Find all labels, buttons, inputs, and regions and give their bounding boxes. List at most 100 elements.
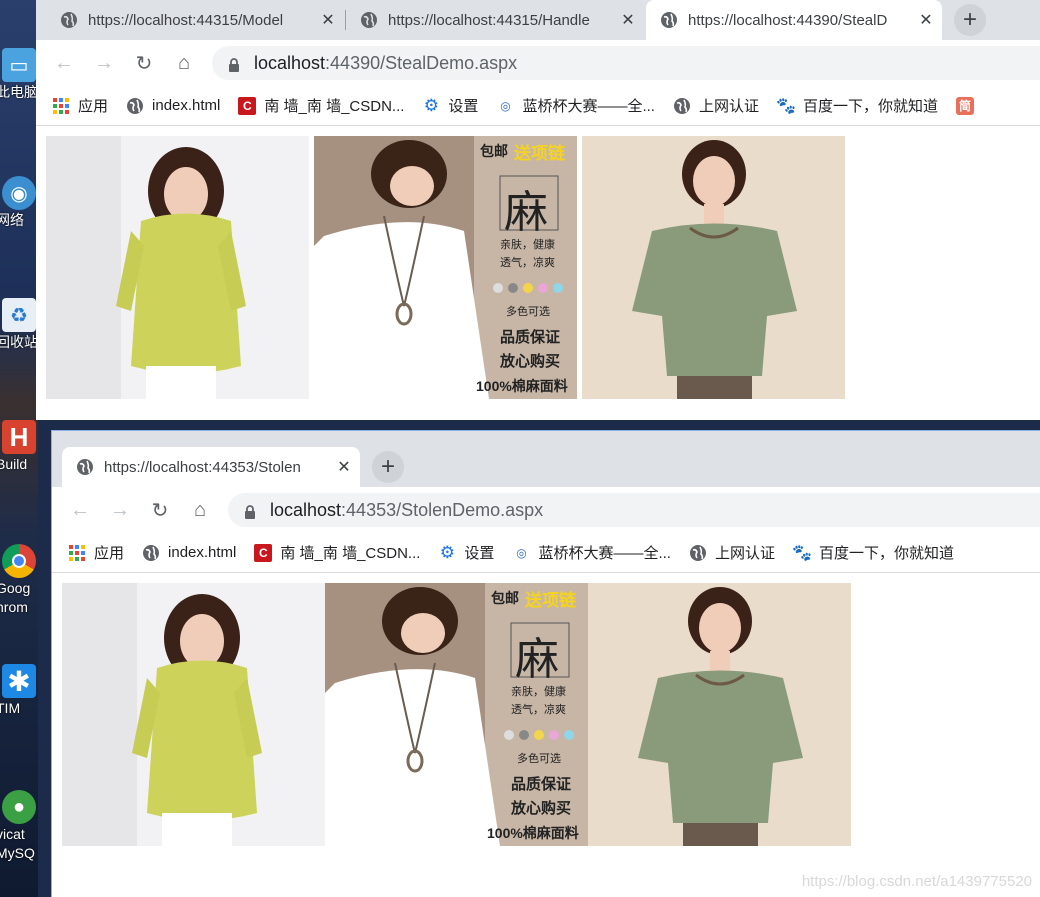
bookmark-label: 设置 — [464, 545, 495, 562]
tab-model[interactable]: https://localhost:44315/Model ✕ — [46, 0, 344, 40]
watermark: https://blog.csdn.net/a1439775520 — [801, 873, 1032, 890]
close-icon[interactable]: ✕ — [916, 10, 936, 30]
hbuilder-icon: H — [2, 420, 36, 454]
caption-colors: 多色可选 — [517, 753, 561, 765]
network-icon: ◉ — [2, 176, 36, 210]
tab-strip: https://localhost:44315/Model ✕ https://… — [36, 0, 1040, 40]
forward-button[interactable]: → — [84, 52, 124, 75]
caption-colors: 多色可选 — [506, 306, 550, 318]
page-content: 包邮 送项链 麻 亲肤，健康 透气，凉爽 多色可选 品质保证 放心购买 100%… — [36, 126, 1040, 420]
caption-gift: 送项链 — [525, 591, 576, 610]
address-bar[interactable]: localhost:44353/StolenDemo.aspx — [228, 493, 1040, 527]
bookmark-settings[interactable]: ⚙ 设置 — [422, 95, 479, 116]
chrome-icon — [2, 544, 36, 578]
desktop-icon-strip: ▭ 此电脑 ◉ 网络 ♻ 回收站 H Build Goog hrom ✱ TIM… — [0, 0, 38, 897]
globe-icon — [143, 544, 160, 561]
desktop-icon-navicat[interactable]: ● vicat MySQ — [0, 790, 38, 862]
tab-title: https://localhost:44315/Handle — [388, 11, 590, 29]
gear-icon: ⚙ — [439, 542, 456, 562]
bookmark-label: index.html — [152, 97, 221, 114]
product-image-yellow-shirt — [62, 583, 325, 846]
desktop-icon-network[interactable]: ◉ 网络 — [0, 176, 38, 230]
close-icon[interactable]: ✕ — [334, 457, 354, 477]
globe-icon — [127, 97, 144, 114]
bookmark-label: 蓝桥杯大赛——全... — [538, 545, 671, 562]
bookmark-label: 百度一下，你就知道 — [818, 545, 954, 562]
reload-button[interactable]: ↻ — [140, 498, 180, 523]
url-host: localhost — [270, 499, 342, 520]
tab-title: https://localhost:44390/StealD — [688, 11, 888, 29]
bookmark-index[interactable]: index.html — [126, 97, 220, 115]
bookmark-baidu[interactable]: 🐾 百度一下，你就知道 — [776, 95, 938, 116]
globe-icon — [361, 12, 377, 28]
caption-fabric: 100%棉麻面料 — [476, 378, 568, 394]
new-tab-button[interactable]: + — [954, 4, 986, 36]
bookmark-auth[interactable]: 上网认证 — [689, 542, 775, 563]
caption-material: 麻 — [504, 187, 548, 238]
desktop-icon-computer[interactable]: ▭ 此电脑 — [0, 48, 38, 102]
caption-trust: 放心购买 — [511, 800, 572, 817]
browser-window-stolen: https://localhost:44353/Stolen ✕ + ← → ↻… — [51, 430, 1040, 897]
product-image-yellow-shirt — [46, 136, 309, 399]
tab-steal-demo[interactable]: https://localhost:44390/StealD ✕ — [646, 0, 942, 40]
bookmark-settings[interactable]: ⚙ 设置 — [438, 542, 495, 563]
page-content: 包邮 送项链 麻 亲肤，健康 透气，凉爽 多色可选 品质保证 放心购买 100%… — [52, 573, 1040, 897]
caption-free-shipping: 包邮 — [491, 590, 519, 606]
bookmark-csdn[interactable]: C 南 墙_南 墙_CSDN... — [254, 542, 420, 563]
toolbar: ← → ↻ ⌂ localhost:44353/StolenDemo.aspx — [52, 487, 1040, 533]
bookmark-label: 上网认证 — [714, 545, 775, 562]
desktop-icon-hbuilder[interactable]: H Build — [0, 420, 38, 474]
tab-handle[interactable]: https://localhost:44315/Handle ✕ — [346, 0, 644, 40]
globe-icon — [61, 12, 77, 28]
bookmark-label: 应用 — [94, 545, 125, 562]
bookmark-lanqiao[interactable]: ◎ 蓝桥杯大赛——全... — [496, 95, 655, 116]
product-image-green-shirt — [588, 583, 851, 846]
bookmark-auth[interactable]: 上网认证 — [673, 95, 759, 116]
caption-trust: 放心购买 — [500, 353, 561, 370]
browser-window-steal: https://localhost:44315/Model ✕ https://… — [36, 0, 1040, 420]
bookmark-jianshu[interactable]: 简 — [955, 96, 982, 115]
csdn-icon: C — [254, 543, 273, 562]
desktop-icon-recycle-bin[interactable]: ♻ 回收站 — [0, 298, 38, 352]
computer-icon: ▭ — [2, 48, 36, 82]
home-button[interactable]: ⌂ — [180, 499, 220, 522]
desktop-icon-chrome[interactable]: Goog hrom — [0, 544, 38, 616]
tab-strip: https://localhost:44353/Stolen ✕ + — [52, 431, 1040, 487]
desktop-icon-label: Build — [0, 456, 28, 472]
tab-stolen-demo[interactable]: https://localhost:44353/Stolen ✕ — [62, 447, 360, 487]
new-tab-button[interactable]: + — [372, 451, 404, 483]
recycle-bin-icon: ♻ — [2, 298, 36, 332]
bookmark-apps[interactable]: 应用 — [52, 95, 108, 116]
jianshu-icon: 简 — [955, 96, 974, 115]
bookmark-label: 应用 — [78, 98, 109, 115]
bookmark-label: 蓝桥杯大赛——全... — [522, 98, 655, 115]
forward-button[interactable]: → — [100, 499, 140, 522]
bookmark-index[interactable]: index.html — [142, 544, 236, 562]
bookmark-label: 南 墙_南 墙_CSDN... — [264, 98, 405, 115]
bookmarks-bar: 应用 index.html C 南 墙_南 墙_CSDN... ⚙ 设置 ◎ 蓝… — [36, 86, 1040, 126]
home-button[interactable]: ⌂ — [164, 52, 204, 75]
reload-button[interactable]: ↻ — [124, 51, 164, 76]
caption-desc1: 亲肤，健康 — [500, 239, 555, 251]
bookmark-apps[interactable]: 应用 — [68, 542, 124, 563]
tab-title: https://localhost:44315/Model — [88, 11, 284, 29]
caption-desc2: 透气，凉爽 — [511, 704, 566, 716]
url-host: localhost — [254, 52, 326, 73]
desktop-icon-label: 网络 — [0, 212, 24, 228]
caption-material: 麻 — [515, 634, 559, 685]
lanqiao-icon: ◎ — [500, 98, 511, 113]
url-path: :44390/StealDemo.aspx — [325, 52, 518, 73]
apps-grid-icon — [69, 544, 85, 561]
baidu-icon: 🐾 — [792, 544, 812, 562]
address-bar[interactable]: localhost:44390/StealDemo.aspx — [212, 46, 1040, 80]
desktop-icon-label-line2: MySQ — [0, 845, 35, 861]
close-icon[interactable]: ✕ — [618, 10, 638, 30]
bookmark-label: 设置 — [448, 98, 479, 115]
bookmark-baidu[interactable]: 🐾 百度一下，你就知道 — [792, 542, 954, 563]
close-icon[interactable]: ✕ — [318, 10, 338, 30]
back-button[interactable]: ← — [44, 52, 84, 75]
bookmark-lanqiao[interactable]: ◎ 蓝桥杯大赛——全... — [512, 542, 671, 563]
back-button[interactable]: ← — [60, 499, 100, 522]
desktop-icon-tim[interactable]: ✱ TIM — [0, 664, 38, 718]
bookmark-csdn[interactable]: C 南 墙_南 墙_CSDN... — [238, 95, 404, 116]
